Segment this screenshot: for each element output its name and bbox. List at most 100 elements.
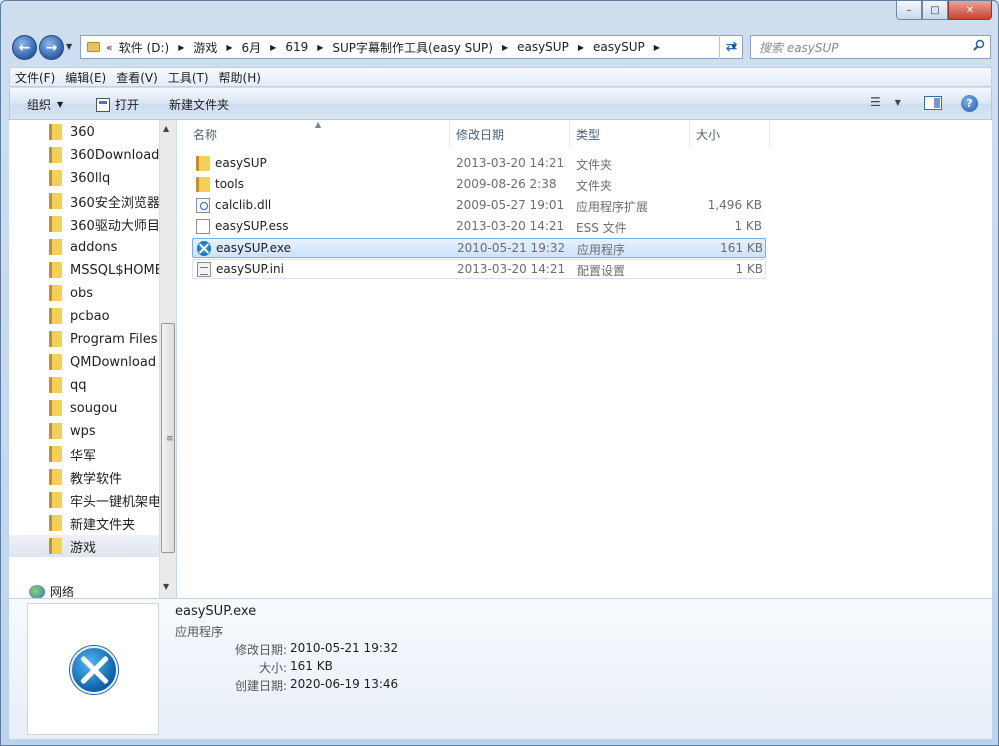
- column-label: 类型: [576, 127, 601, 142]
- file-row[interactable]: easySUP.exe 2010-05-21 19:32 应用程序 161 KB: [192, 238, 766, 258]
- tree-item-folder[interactable]: qq: [9, 374, 159, 396]
- new-folder-button[interactable]: 新建文件夹: [169, 96, 229, 113]
- exe-app-icon: [70, 646, 118, 694]
- tree-item-folder[interactable]: QMDownload: [9, 351, 159, 373]
- folder-icon: [49, 400, 62, 416]
- chevron-right-icon[interactable]: ▶: [578, 43, 584, 52]
- file-type: 配置设置: [577, 264, 626, 278]
- navigation-pane: 360 360Downloads 360llq 360安全浏览器下 360驱动大师目录 a…: [9, 120, 176, 599]
- search-icon[interactable]: [973, 39, 985, 51]
- tree-item-label: wps: [70, 423, 96, 439]
- open-label: 打开: [115, 98, 140, 112]
- tree-item-folder[interactable]: 教学软件: [9, 466, 159, 488]
- file-date: 2010-05-21 19:32: [457, 241, 566, 255]
- tree-item-folder[interactable]: 360llq: [9, 167, 159, 189]
- tree-item-folder[interactable]: 牢头一键机架电脑: [9, 489, 159, 511]
- menu-file[interactable]: 文件(F): [10, 69, 60, 86]
- breadcrumb-item[interactable]: 软件 (D:): [119, 39, 169, 56]
- folder-icon: [49, 423, 62, 439]
- folder-icon: [49, 262, 62, 278]
- file-row[interactable]: easySUP 2013-03-20 14:21 文件夹: [192, 154, 766, 174]
- breadcrumb-item[interactable]: 6月: [242, 39, 262, 56]
- scrollbar-thumb[interactable]: ≡: [161, 323, 175, 553]
- tree-item-folder[interactable]: pcbao: [9, 305, 159, 327]
- change-view-button[interactable]: ☰ ▼: [870, 95, 901, 109]
- column-label: 名称: [193, 127, 218, 142]
- breadcrumb-overflow[interactable]: «: [106, 41, 113, 54]
- exe-app-icon: [197, 241, 211, 256]
- open-button[interactable]: 打开: [96, 96, 139, 113]
- breadcrumb-item[interactable]: SUP字幕制作工具(easy SUP): [332, 39, 493, 56]
- help-icon[interactable]: ?: [961, 95, 978, 112]
- file-row[interactable]: easySUP.ess 2013-03-20 14:21 ESS 文件 1 KB: [192, 217, 766, 237]
- column-header-date[interactable]: 修改日期: [450, 120, 570, 148]
- folder-icon: [49, 239, 62, 255]
- details-pane: easySUP.exe 应用程序 修改日期: 2010-05-21 19:32 …: [9, 598, 992, 739]
- menu-help[interactable]: 帮助(H): [214, 69, 266, 86]
- folder-icon: [49, 216, 62, 232]
- recent-pages-dropdown[interactable]: ▼: [66, 42, 72, 51]
- breadcrumb-item[interactable]: 619: [285, 40, 308, 54]
- organize-button[interactable]: 组织 ▼: [27, 96, 63, 113]
- view-list-icon: ☰: [870, 95, 881, 109]
- tree-item-folder[interactable]: 360Downloads: [9, 144, 159, 166]
- search-placeholder: 搜索 easySUP: [759, 40, 839, 55]
- tree-item-label: QMDownload: [70, 354, 157, 370]
- scroll-up-icon[interactable]: ▲: [163, 124, 169, 133]
- maximize-button[interactable]: □: [922, 1, 948, 20]
- tree-item-folder[interactable]: 360: [9, 121, 159, 143]
- tree-item-folder[interactable]: 360安全浏览器下: [9, 190, 159, 212]
- tree-item-folder[interactable]: Program Files (: [9, 328, 159, 350]
- nav-scrollbar[interactable]: ▲ ≡ ▼: [159, 120, 176, 598]
- file-row[interactable]: calclib.dll 2009-05-27 19:01 应用程序扩展 1,496 K…: [192, 196, 766, 216]
- new-folder-label: 新建文件夹: [169, 98, 230, 112]
- scroll-down-icon[interactable]: ▼: [163, 582, 169, 591]
- menu-edit[interactable]: 编辑(E): [60, 69, 111, 86]
- file-row[interactable]: tools 2009-08-26 2:38 文件夹: [192, 175, 766, 195]
- preview-pane-icon[interactable]: [924, 96, 942, 110]
- chevron-right-icon[interactable]: ▶: [270, 43, 276, 52]
- close-button[interactable]: ✕: [948, 1, 992, 20]
- chevron-right-icon[interactable]: ▶: [178, 43, 184, 52]
- forward-button[interactable]: →: [39, 35, 64, 60]
- chevron-right-icon[interactable]: ▶: [226, 43, 232, 52]
- minimize-button[interactable]: –: [896, 1, 922, 20]
- folder-icon: [49, 354, 62, 370]
- file-date: 2013-03-20 14:21: [457, 262, 566, 276]
- tree-item-folder[interactable]: 游戏: [9, 535, 159, 557]
- column-header-type[interactable]: 类型: [570, 120, 690, 148]
- navigation-row: ← → ▼ « 软件 (D:) ▶ 游戏 ▶ 6月 ▶ 619 ▶ SUP字幕制作工具(…: [1, 31, 998, 63]
- tree-item-folder[interactable]: wps: [9, 420, 159, 442]
- tree-item-label: 360llq: [70, 170, 111, 186]
- tree-item-folder[interactable]: MSSQL$HOME: [9, 259, 159, 281]
- tree-item-folder[interactable]: addons: [9, 236, 159, 258]
- chevron-right-icon[interactable]: ▶: [502, 43, 508, 52]
- menu-view[interactable]: 查看(V): [111, 69, 163, 86]
- tree-item-folder[interactable]: sougou: [9, 397, 159, 419]
- search-input[interactable]: 搜索 easySUP: [750, 35, 991, 59]
- file-thumbnail: [27, 603, 159, 735]
- file-row[interactable]: easySUP.ini 2013-03-20 14:21 配置设置 1 KB: [192, 259, 766, 279]
- tree-item-folder[interactable]: obs: [9, 282, 159, 304]
- folder-icon: [49, 147, 62, 163]
- refresh-button[interactable]: ⇄: [719, 35, 743, 59]
- tree-item-folder[interactable]: 新建文件夹: [9, 512, 159, 534]
- breadcrumb-item[interactable]: easySUP: [517, 40, 569, 54]
- chevron-right-icon[interactable]: ▶: [317, 43, 323, 52]
- column-header-size[interactable]: 大小: [690, 120, 770, 148]
- folder-icon: [87, 42, 100, 52]
- chevron-right-icon[interactable]: ▶: [654, 43, 660, 52]
- breadcrumb-item[interactable]: easySUP: [593, 40, 645, 54]
- file-name: easySUP.ess: [215, 219, 289, 233]
- menu-bar: 文件(F) 编辑(E) 查看(V) 工具(T) 帮助(H): [9, 67, 992, 87]
- tree-item-folder[interactable]: 华军: [9, 443, 159, 465]
- tree-item-label: 360: [70, 124, 95, 140]
- tree-item-label: sougou: [70, 400, 118, 416]
- back-button[interactable]: ←: [12, 35, 37, 60]
- breadcrumb-item[interactable]: 游戏: [193, 39, 217, 56]
- file-type: 文件夹: [576, 179, 613, 193]
- address-bar[interactable]: « 软件 (D:) ▶ 游戏 ▶ 6月 ▶ 619 ▶ SUP字幕制作工具(easy S…: [80, 35, 743, 59]
- folder-icon: [49, 377, 62, 393]
- menu-tools[interactable]: 工具(T): [163, 69, 214, 86]
- tree-item-folder[interactable]: 360驱动大师目录: [9, 213, 159, 235]
